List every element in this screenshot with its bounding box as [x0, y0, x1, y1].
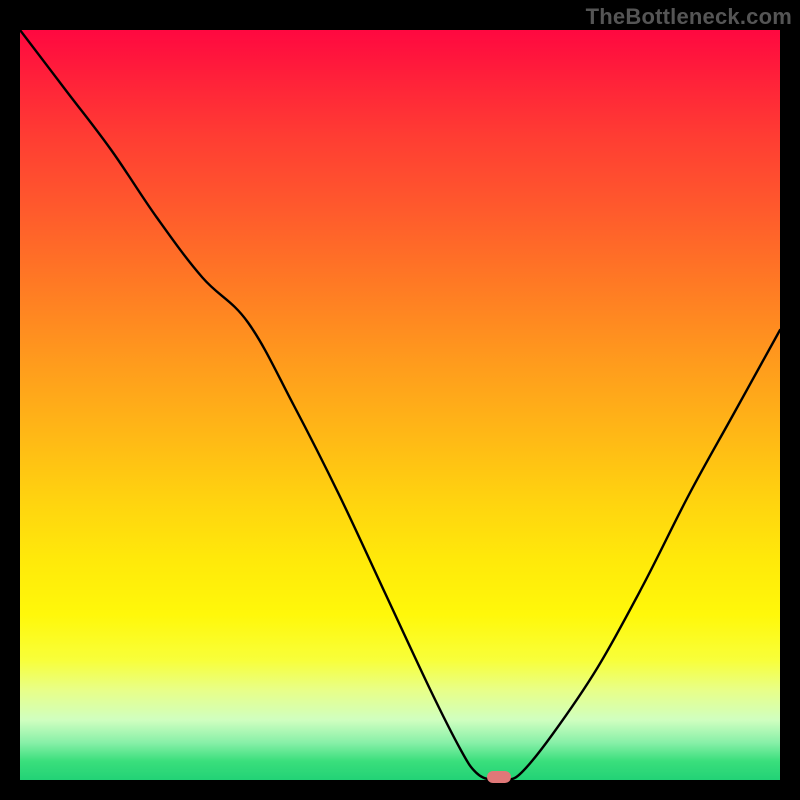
watermark-text: TheBottleneck.com	[586, 4, 792, 30]
optimum-marker	[487, 771, 511, 783]
bottleneck-curve	[20, 30, 780, 780]
plot-area	[20, 30, 780, 780]
chart-frame: TheBottleneck.com	[0, 0, 800, 800]
